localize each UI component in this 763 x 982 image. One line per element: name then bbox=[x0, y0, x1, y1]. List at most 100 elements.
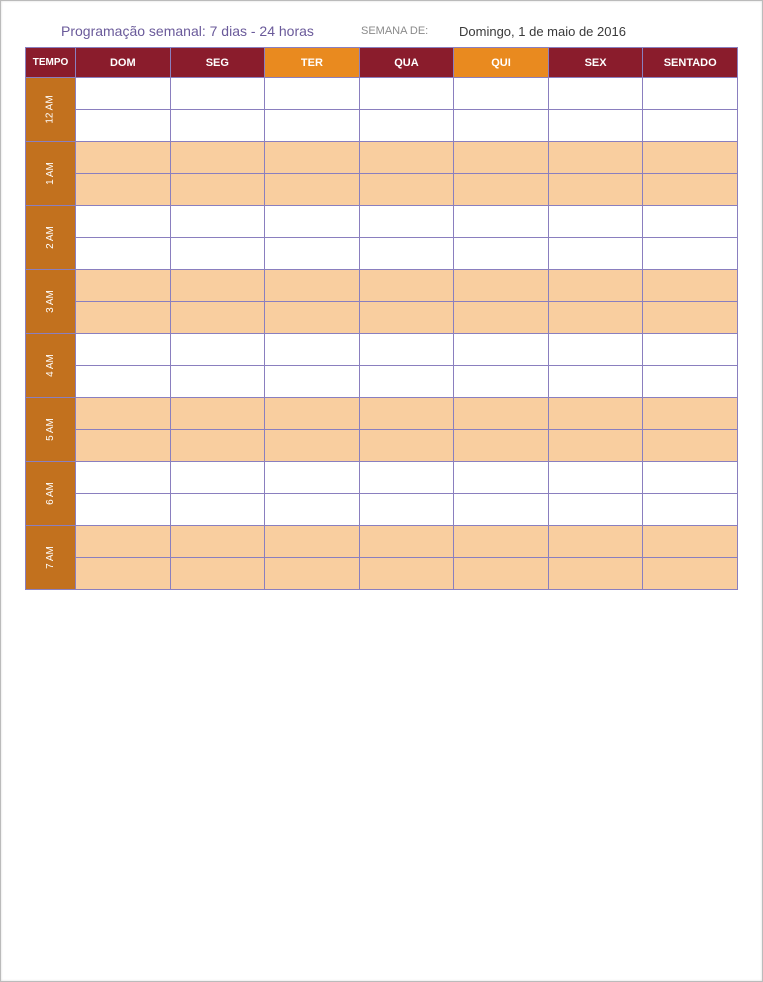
schedule-cell[interactable] bbox=[454, 174, 549, 206]
schedule-cell[interactable] bbox=[170, 206, 265, 238]
schedule-cell[interactable] bbox=[76, 462, 171, 494]
schedule-cell[interactable] bbox=[76, 302, 171, 334]
schedule-cell[interactable] bbox=[643, 558, 738, 590]
schedule-cell[interactable] bbox=[265, 430, 360, 462]
schedule-cell[interactable] bbox=[170, 494, 265, 526]
schedule-cell[interactable] bbox=[170, 174, 265, 206]
schedule-cell[interactable] bbox=[265, 366, 360, 398]
schedule-cell[interactable] bbox=[454, 270, 549, 302]
schedule-cell[interactable] bbox=[170, 334, 265, 366]
schedule-cell[interactable] bbox=[76, 398, 171, 430]
schedule-cell[interactable] bbox=[170, 238, 265, 270]
schedule-cell[interactable] bbox=[170, 110, 265, 142]
schedule-cell[interactable] bbox=[454, 142, 549, 174]
schedule-cell[interactable] bbox=[76, 78, 171, 110]
schedule-cell[interactable] bbox=[265, 334, 360, 366]
schedule-cell[interactable] bbox=[454, 206, 549, 238]
schedule-cell[interactable] bbox=[76, 174, 171, 206]
schedule-cell[interactable] bbox=[454, 558, 549, 590]
schedule-cell[interactable] bbox=[454, 494, 549, 526]
schedule-cell[interactable] bbox=[265, 398, 360, 430]
schedule-cell[interactable] bbox=[454, 398, 549, 430]
schedule-cell[interactable] bbox=[548, 494, 643, 526]
schedule-cell[interactable] bbox=[359, 206, 454, 238]
schedule-cell[interactable] bbox=[454, 238, 549, 270]
schedule-cell[interactable] bbox=[643, 462, 738, 494]
schedule-cell[interactable] bbox=[265, 78, 360, 110]
schedule-cell[interactable] bbox=[643, 206, 738, 238]
schedule-cell[interactable] bbox=[454, 430, 549, 462]
schedule-cell[interactable] bbox=[359, 462, 454, 494]
schedule-cell[interactable] bbox=[643, 334, 738, 366]
schedule-cell[interactable] bbox=[548, 366, 643, 398]
schedule-cell[interactable] bbox=[454, 334, 549, 366]
schedule-cell[interactable] bbox=[359, 110, 454, 142]
schedule-cell[interactable] bbox=[359, 270, 454, 302]
schedule-cell[interactable] bbox=[643, 366, 738, 398]
schedule-cell[interactable] bbox=[170, 430, 265, 462]
schedule-cell[interactable] bbox=[265, 270, 360, 302]
schedule-cell[interactable] bbox=[76, 430, 171, 462]
schedule-cell[interactable] bbox=[170, 78, 265, 110]
schedule-cell[interactable] bbox=[548, 462, 643, 494]
schedule-cell[interactable] bbox=[454, 366, 549, 398]
schedule-cell[interactable] bbox=[454, 526, 549, 558]
schedule-cell[interactable] bbox=[548, 110, 643, 142]
schedule-cell[interactable] bbox=[643, 78, 738, 110]
schedule-cell[interactable] bbox=[76, 206, 171, 238]
schedule-cell[interactable] bbox=[643, 430, 738, 462]
schedule-cell[interactable] bbox=[265, 558, 360, 590]
schedule-cell[interactable] bbox=[548, 558, 643, 590]
schedule-cell[interactable] bbox=[265, 110, 360, 142]
schedule-cell[interactable] bbox=[548, 398, 643, 430]
schedule-cell[interactable] bbox=[76, 142, 171, 174]
schedule-cell[interactable] bbox=[548, 206, 643, 238]
schedule-cell[interactable] bbox=[265, 142, 360, 174]
schedule-cell[interactable] bbox=[548, 526, 643, 558]
schedule-cell[interactable] bbox=[643, 142, 738, 174]
schedule-cell[interactable] bbox=[454, 302, 549, 334]
schedule-cell[interactable] bbox=[548, 238, 643, 270]
schedule-cell[interactable] bbox=[170, 142, 265, 174]
schedule-cell[interactable] bbox=[265, 462, 360, 494]
schedule-cell[interactable] bbox=[643, 174, 738, 206]
schedule-cell[interactable] bbox=[548, 142, 643, 174]
schedule-cell[interactable] bbox=[454, 78, 549, 110]
schedule-cell[interactable] bbox=[548, 334, 643, 366]
schedule-cell[interactable] bbox=[265, 174, 360, 206]
schedule-cell[interactable] bbox=[265, 494, 360, 526]
schedule-cell[interactable] bbox=[643, 110, 738, 142]
schedule-cell[interactable] bbox=[643, 526, 738, 558]
schedule-cell[interactable] bbox=[359, 366, 454, 398]
schedule-cell[interactable] bbox=[548, 270, 643, 302]
schedule-cell[interactable] bbox=[359, 174, 454, 206]
schedule-cell[interactable] bbox=[643, 302, 738, 334]
schedule-cell[interactable] bbox=[359, 494, 454, 526]
schedule-cell[interactable] bbox=[548, 302, 643, 334]
schedule-cell[interactable] bbox=[359, 78, 454, 110]
schedule-cell[interactable] bbox=[643, 238, 738, 270]
schedule-cell[interactable] bbox=[170, 270, 265, 302]
schedule-cell[interactable] bbox=[170, 398, 265, 430]
schedule-cell[interactable] bbox=[76, 270, 171, 302]
schedule-cell[interactable] bbox=[359, 142, 454, 174]
schedule-cell[interactable] bbox=[76, 558, 171, 590]
schedule-cell[interactable] bbox=[170, 526, 265, 558]
schedule-cell[interactable] bbox=[265, 238, 360, 270]
schedule-cell[interactable] bbox=[170, 558, 265, 590]
schedule-cell[interactable] bbox=[359, 430, 454, 462]
schedule-cell[interactable] bbox=[76, 366, 171, 398]
schedule-cell[interactable] bbox=[170, 462, 265, 494]
schedule-cell[interactable] bbox=[76, 494, 171, 526]
schedule-cell[interactable] bbox=[548, 78, 643, 110]
schedule-cell[interactable] bbox=[76, 334, 171, 366]
schedule-cell[interactable] bbox=[359, 238, 454, 270]
schedule-cell[interactable] bbox=[170, 302, 265, 334]
schedule-cell[interactable] bbox=[76, 110, 171, 142]
schedule-cell[interactable] bbox=[265, 302, 360, 334]
schedule-cell[interactable] bbox=[359, 302, 454, 334]
schedule-cell[interactable] bbox=[359, 526, 454, 558]
schedule-cell[interactable] bbox=[643, 494, 738, 526]
schedule-cell[interactable] bbox=[643, 398, 738, 430]
schedule-cell[interactable] bbox=[454, 462, 549, 494]
